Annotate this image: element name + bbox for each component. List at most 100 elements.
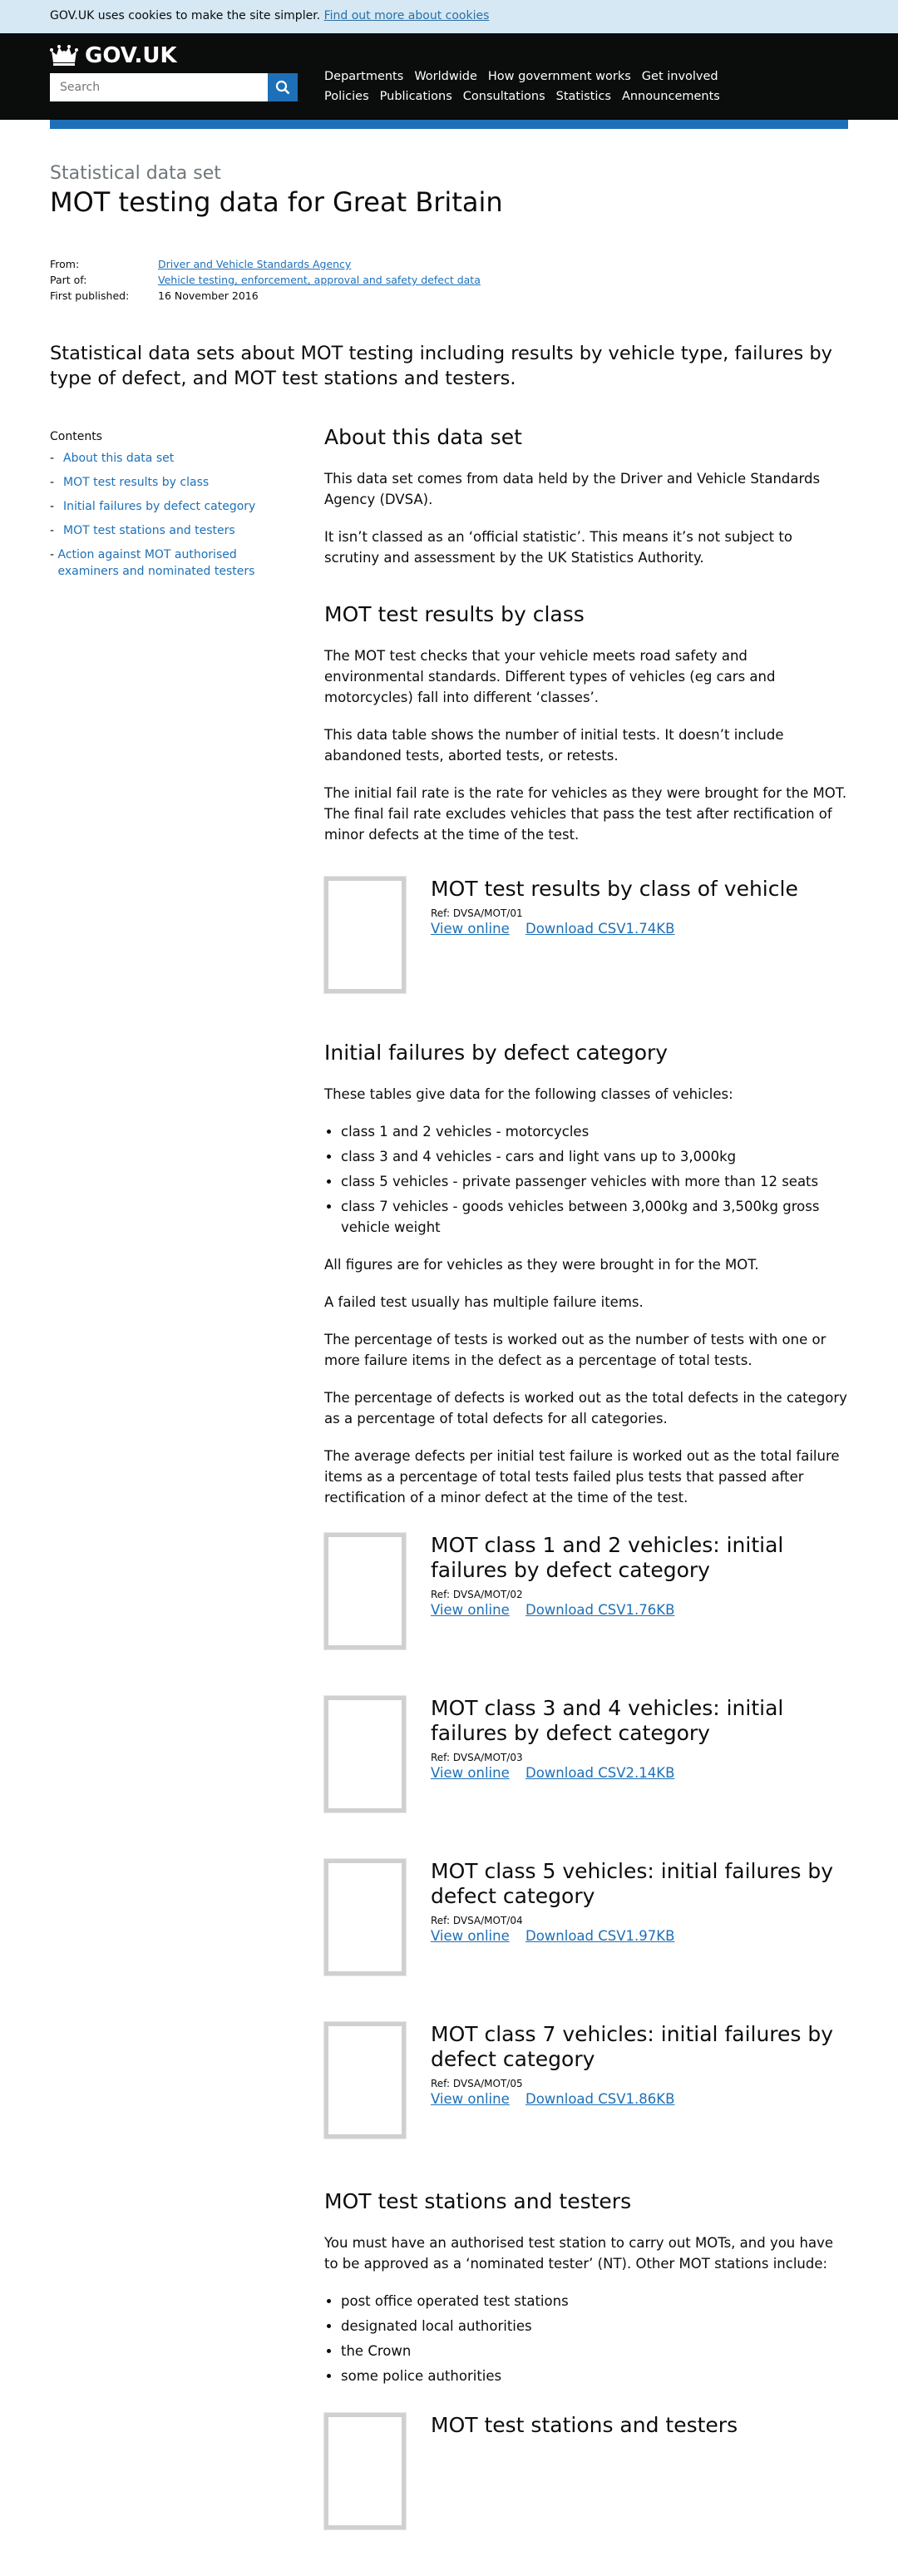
attachment-title[interactable]: MOT class 3 and 4 vehicles: initial fail…: [431, 1696, 848, 1746]
search-input[interactable]: [50, 73, 268, 101]
about-paragraph-1: This data set comes from data held by th…: [324, 471, 821, 507]
meta-from-link[interactable]: Driver and Vehicle Standards Agency: [158, 258, 351, 274]
main-content: About this data set This data set comes …: [324, 424, 848, 2576]
download-csv-link[interactable]: Download CSV1.86KB: [525, 2091, 674, 2107]
metadata: From: Driver and Vehicle Standards Agenc…: [50, 258, 481, 305]
contents-link-stations[interactable]: MOT test stations and testers: [63, 522, 235, 539]
list-item: the Crown: [341, 2341, 848, 2361]
contents-link-about[interactable]: About this data set: [63, 450, 174, 467]
attachment-ref: Ref: DVSA/MOT/03: [431, 1752, 523, 1763]
download-csv-link[interactable]: Download CSV1.76KB: [525, 1602, 674, 1618]
contents-link-action[interactable]: Action against MOT authorised examiners …: [57, 546, 283, 580]
attachment: MOT test stations and testers: [324, 2413, 848, 2529]
failures-paragraph-2: All figures are for vehicles as they wer…: [324, 1257, 759, 1273]
contents-item: - About this data set: [50, 450, 175, 467]
attachment-title[interactable]: MOT test results by class of vehicle: [431, 877, 848, 902]
contents-link-results[interactable]: MOT test results by class: [63, 474, 209, 491]
nav-policies[interactable]: Policies: [324, 90, 369, 110]
attachment-thumbnail[interactable]: [324, 2413, 406, 2529]
search-form: [50, 73, 298, 101]
attachment: MOT class 1 and 2 vehicles: initial fail…: [324, 1533, 848, 1649]
attachment-thumbnail[interactable]: [324, 1533, 406, 1649]
results-paragraph-3: The initial fail rate is the rate for ve…: [324, 785, 847, 843]
contents-item: - Action against MOT authorised examiners…: [50, 546, 283, 580]
failures-paragraph-3: A failed test usually has multiple failu…: [324, 1294, 644, 1310]
attachment-thumbnail[interactable]: [324, 1859, 406, 1975]
attachment-title[interactable]: MOT class 7 vehicles: initial failures b…: [431, 2022, 848, 2072]
list-item: class 5 vehicles - private passenger veh…: [341, 1171, 848, 1192]
failures-paragraph-5: The percentage of defects is worked out …: [324, 1390, 847, 1426]
attachment-ref: Ref: DVSA/MOT/04: [431, 1915, 523, 1926]
contents-title: Contents: [50, 430, 102, 443]
attachment-title[interactable]: MOT class 1 and 2 vehicles: initial fail…: [431, 1533, 848, 1583]
nav-departments[interactable]: Departments: [324, 70, 403, 90]
view-online-link[interactable]: View online: [431, 1765, 510, 1781]
search-icon: [275, 80, 290, 95]
attachment-thumbnail[interactable]: [324, 877, 406, 993]
heading-stations: MOT test stations and testers: [324, 2189, 632, 2213]
attachment: MOT test results by class of vehicle Ref…: [324, 877, 848, 993]
list-item: class 1 and 2 vehicles - motorcycles: [341, 1121, 848, 1142]
attachment-thumbnail[interactable]: [324, 2022, 406, 2138]
meta-published-value: 16 November 2016: [158, 289, 259, 302]
meta-published-label: First published:: [50, 289, 130, 302]
contents-nav: Contents - About this data set - MOT test …: [50, 430, 283, 587]
download-csv-link[interactable]: Download CSV1.97KB: [525, 1928, 674, 1944]
view-online-link[interactable]: View online: [431, 921, 510, 937]
contents-item: - MOT test stations and testers: [50, 522, 235, 539]
nav-publications[interactable]: Publications: [380, 90, 452, 110]
failures-paragraph-4: The percentage of tests is worked out as…: [324, 1332, 826, 1368]
contents-link-failures[interactable]: Initial failures by defect category: [63, 498, 255, 515]
list-item: some police authorities: [341, 2366, 848, 2386]
failures-paragraph-6: The average defects per initial test fai…: [324, 1448, 840, 1506]
stations-paragraph-1: You must have an authorised test station…: [324, 2235, 833, 2272]
nav-announcements[interactable]: Announcements: [622, 90, 720, 110]
list-item: post office operated test stations: [341, 2291, 848, 2311]
list-item: designated local authorities: [341, 2316, 848, 2336]
document-type: Statistical data set: [50, 163, 221, 184]
stations-list: post office operated test stations desig…: [324, 2291, 848, 2386]
header-blue-bar: [50, 120, 848, 129]
attachment: MOT class 5 vehicles: initial failures b…: [324, 1859, 848, 1975]
nav-consultations[interactable]: Consultations: [463, 90, 545, 110]
cookie-info-link[interactable]: Find out more about cookies: [324, 9, 490, 22]
download-csv-link[interactable]: Download CSV2.14KB: [525, 1765, 674, 1781]
logo-text: GOV.UK: [85, 43, 177, 68]
view-online-link[interactable]: View online: [431, 1928, 510, 1944]
nav-statistics[interactable]: Statistics: [556, 90, 611, 110]
cookie-banner-text: GOV.UK uses cookies to make the site sim…: [50, 9, 321, 22]
attachment: MOT class 3 and 4 vehicles: initial fail…: [324, 1696, 848, 1812]
attachment-title[interactable]: MOT test stations and testers: [431, 2413, 848, 2438]
contents-item: - Initial failures by defect category: [50, 498, 256, 515]
govuk-logo[interactable]: GOV.UK: [50, 43, 177, 68]
vehicle-class-list: class 1 and 2 vehicles - motorcycles cla…: [324, 1121, 848, 1238]
heading-failures: Initial failures by defect category: [324, 1041, 669, 1065]
crown-icon: [50, 45, 78, 66]
page-summary: Statistical data sets about MOT testing …: [50, 343, 832, 389]
about-paragraph-2: It isn’t classed as an ‘official statist…: [324, 529, 792, 566]
page-title: MOT testing data for Great Britain: [50, 186, 503, 218]
search-button[interactable]: [268, 73, 298, 101]
view-online-link[interactable]: View online: [431, 2091, 510, 2107]
results-paragraph-1: The MOT test checks that your vehicle me…: [324, 648, 776, 705]
meta-from-label: From:: [50, 258, 80, 270]
nav-worldwide[interactable]: Worldwide: [414, 70, 477, 90]
meta-partof-link[interactable]: Vehicle testing, enforcement, approval a…: [158, 274, 481, 289]
download-csv-link[interactable]: Download CSV1.74KB: [525, 921, 674, 937]
meta-partof-label: Part of:: [50, 274, 87, 286]
contents-item: - MOT test results by class: [50, 474, 210, 491]
failures-paragraph-1: These tables give data for the following…: [324, 1086, 733, 1102]
results-paragraph-2: This data table shows the number of init…: [324, 727, 784, 764]
nav-get-involved[interactable]: Get involved: [642, 70, 718, 90]
list-item: class 3 and 4 vehicles - cars and light …: [341, 1146, 848, 1167]
nav-how-government-works[interactable]: How government works: [488, 70, 631, 90]
attachment: MOT class 7 vehicles: initial failures b…: [324, 2022, 848, 2138]
nav-links: Departments Worldwide How government wor…: [324, 70, 731, 110]
attachment-thumbnail[interactable]: [324, 1696, 406, 1812]
attachment-ref: Ref: DVSA/MOT/02: [431, 1589, 523, 1600]
list-item: class 7 vehicles - goods vehicles betwee…: [341, 1196, 848, 1238]
heading-about: About this data set: [324, 425, 522, 449]
view-online-link[interactable]: View online: [431, 1602, 510, 1618]
attachment-ref: Ref: DVSA/MOT/01: [431, 907, 523, 919]
attachment-title[interactable]: MOT class 5 vehicles: initial failures b…: [431, 1859, 848, 1909]
